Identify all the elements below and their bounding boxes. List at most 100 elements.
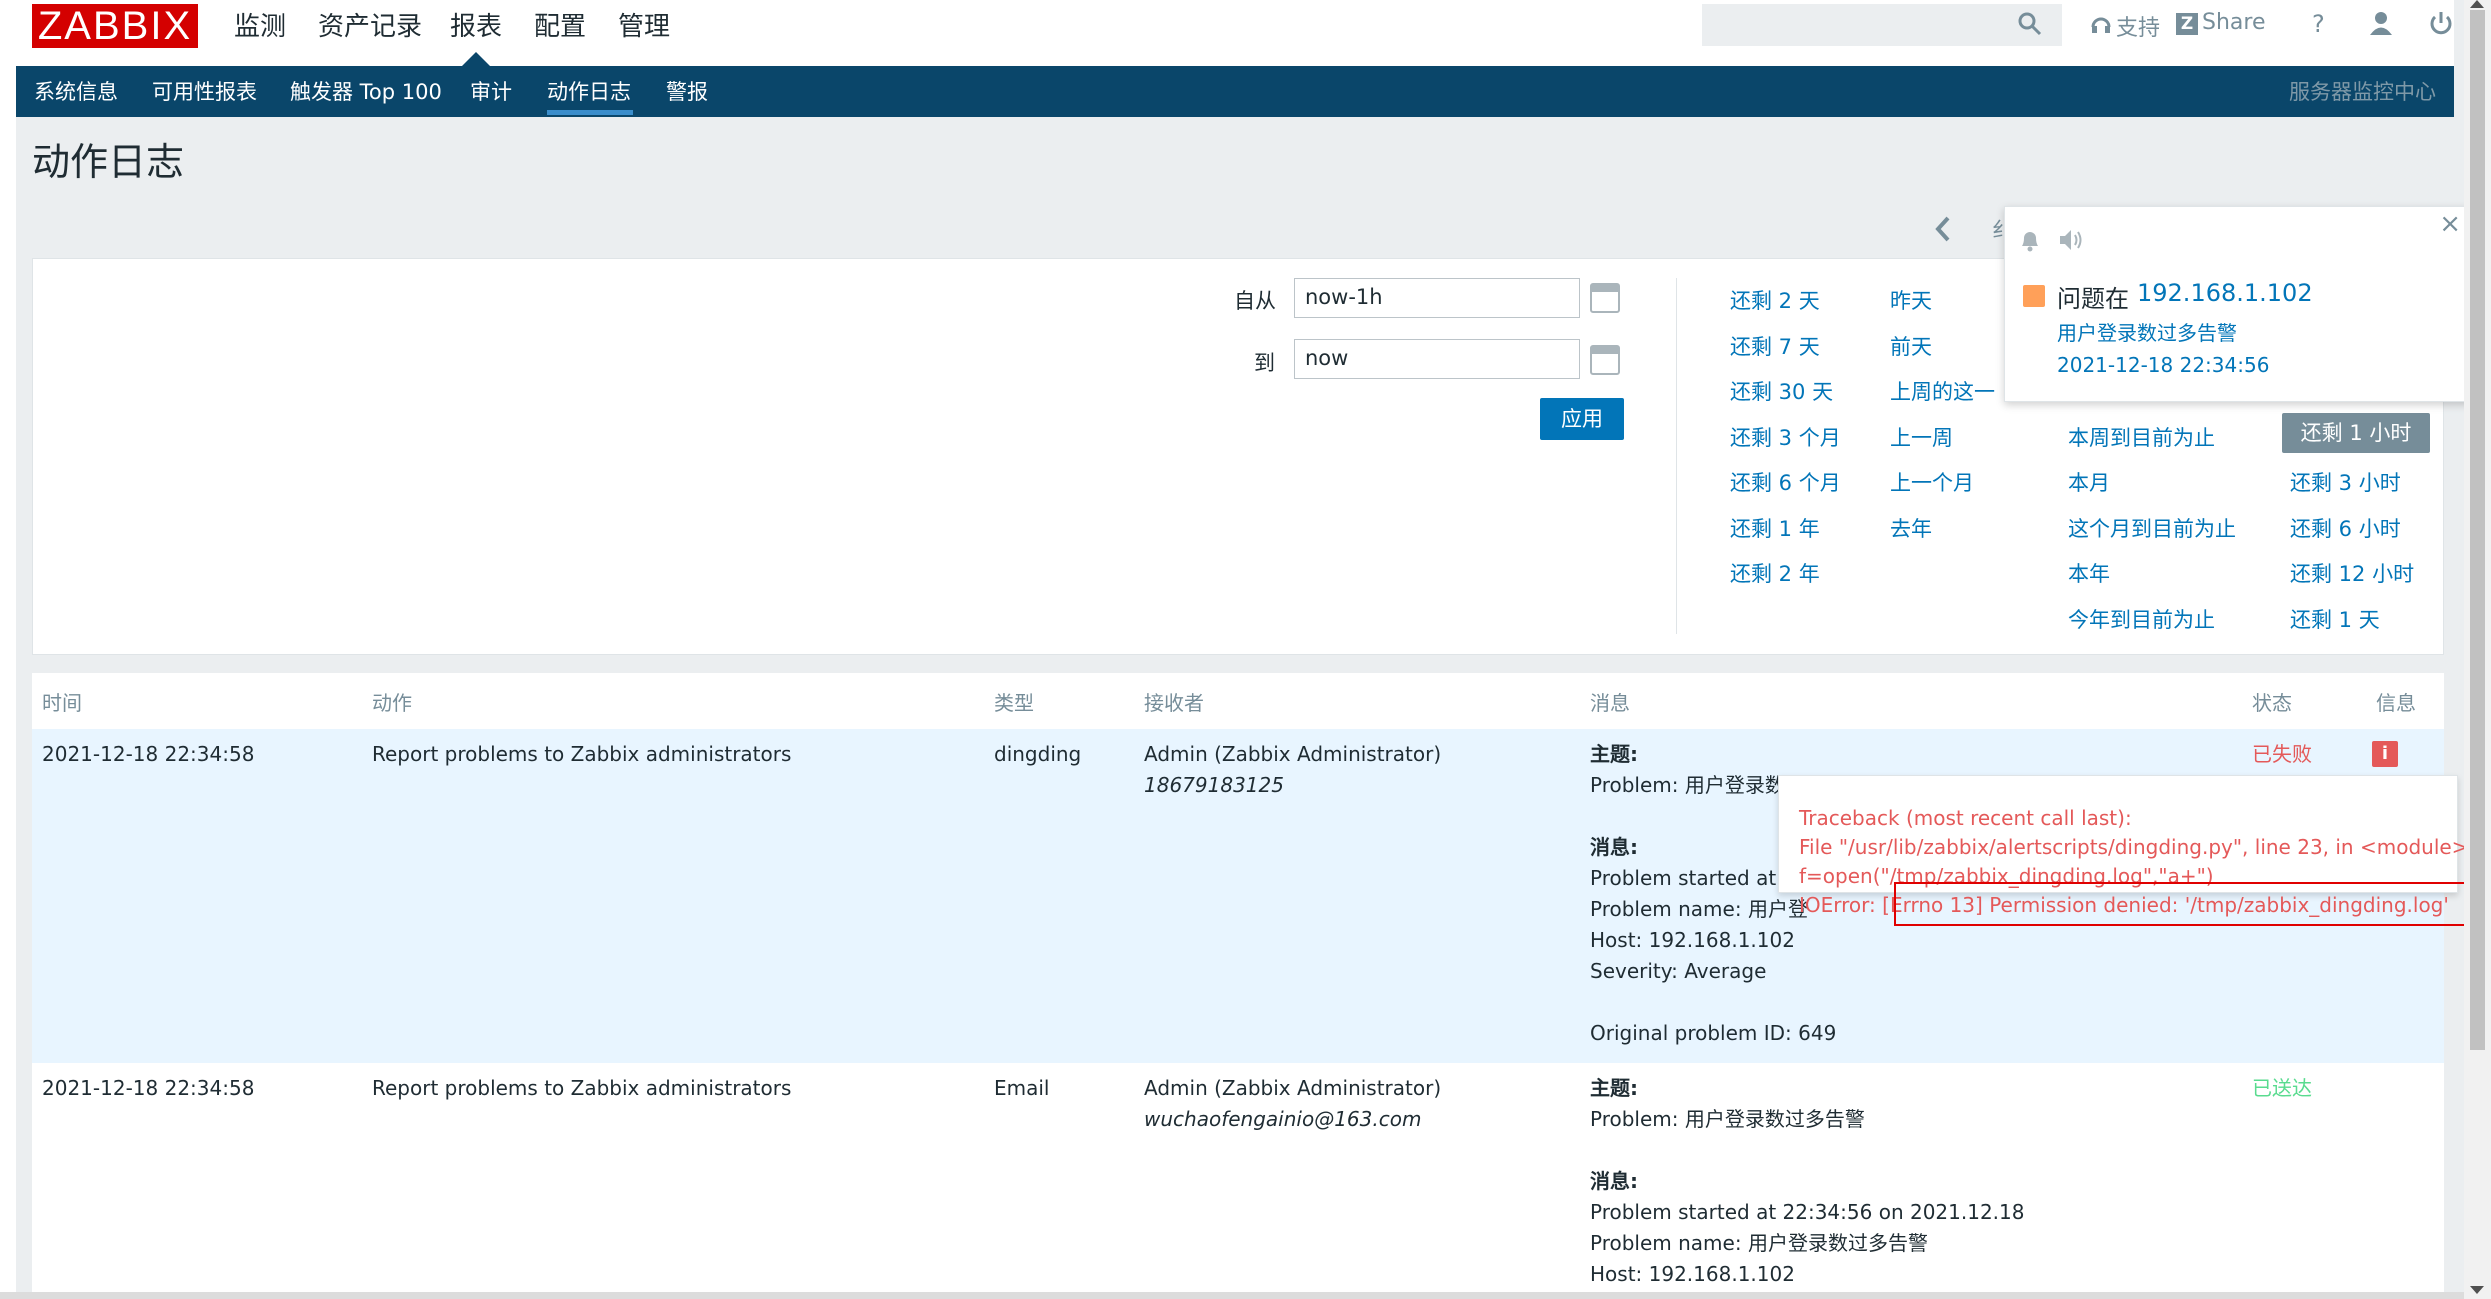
quick-range[interactable]: 还剩 2 天 (1730, 285, 1820, 315)
bottom-edge (0, 1292, 2464, 1299)
sub-audit[interactable]: 审计 (470, 76, 512, 106)
quick-range[interactable]: 上周的这一 (1890, 376, 1995, 406)
row-type: dingding (994, 742, 1082, 766)
user-profile-icon[interactable] (2368, 10, 2394, 36)
to-input[interactable]: now (1294, 339, 1580, 379)
row-recipient: Admin (Zabbix Administrator) (1144, 742, 1442, 766)
col-header-status: 状态 (2252, 691, 2292, 715)
highlight-annotation-box (1894, 882, 2486, 926)
quick-range[interactable]: 本年 (2068, 558, 2110, 588)
message-label: 消息: (1590, 1169, 1638, 1193)
problem-notification-popup: × 问题在 192.168.1.102 用户登录数过多告警 2021-12-18… (2004, 206, 2472, 402)
from-calendar-icon[interactable] (1590, 283, 1620, 313)
row-recipient: Admin (Zabbix Administrator) (1144, 1076, 1442, 1100)
bell-icon[interactable] (2017, 227, 2043, 253)
scroll-up-arrow-icon[interactable] (2470, 0, 2484, 8)
sub-triggers-top100[interactable]: 触发器 Top 100 (290, 76, 442, 106)
search-icon[interactable] (2016, 10, 2044, 38)
message-line: Severity: Average (1590, 959, 1767, 983)
help-button[interactable]: ? (2312, 10, 2325, 38)
sub-system-info[interactable]: 系统信息 (34, 76, 118, 106)
subject-text: Problem: 用户登录数过 (1590, 773, 1805, 797)
sub-action-log[interactable]: 动作日志 (547, 76, 631, 106)
page-title: 动作日志 (32, 140, 185, 184)
message-line: Host: 192.168.1.102 (1590, 928, 1795, 952)
error-line: Traceback (most recent call last): (1799, 806, 2132, 830)
subject-text: Problem: 用户登录数过多告警 (1590, 1107, 1865, 1131)
quick-range-selected[interactable]: 还剩 1 小时 (2282, 413, 2430, 453)
quick-range[interactable]: 昨天 (1890, 285, 1932, 315)
quick-range[interactable]: 还剩 30 天 (1730, 376, 1833, 406)
error-info-icon[interactable]: i (2372, 741, 2398, 767)
subject-label: 主题: (1590, 742, 1638, 766)
quick-range[interactable]: 还剩 6 小时 (2290, 513, 2401, 543)
chevron-left-icon[interactable] (1932, 214, 1954, 244)
quick-range[interactable]: 还剩 1 天 (2290, 604, 2380, 634)
scroll-down-arrow-icon[interactable] (2470, 1286, 2484, 1294)
status-failed: 已失败 (2252, 742, 2312, 766)
col-header-type: 类型 (994, 691, 1034, 715)
top-navigation: ZABBIX 监测 资产记录 报表 配置 管理 支持 Z Share ? (16, 0, 2454, 66)
error-tooltip: Traceback (most recent call last): File … (1778, 775, 2469, 917)
quick-range[interactable]: 还剩 2 年 (1730, 558, 1820, 588)
power-signout-icon[interactable] (2428, 10, 2454, 36)
share-z-icon: Z (2176, 13, 2198, 35)
col-header-message: 消息 (1590, 691, 1630, 715)
menu-configuration[interactable]: 配置 (534, 6, 586, 43)
sub-alerts[interactable]: 警报 (666, 76, 708, 106)
sub-navigation: 系统信息 可用性报表 触发器 Top 100 审计 动作日志 警报 服务器监控中… (16, 66, 2454, 117)
error-line: File "/usr/lib/zabbix/alertscripts/dingd… (1799, 835, 2469, 859)
quick-range[interactable]: 还剩 1 年 (1730, 513, 1820, 543)
global-search-input[interactable] (1702, 4, 2062, 46)
share-link[interactable]: Share (2202, 10, 2266, 35)
row-action: Report problems to Zabbix administrators (372, 742, 792, 766)
row-type: Email (994, 1076, 1050, 1100)
support-link[interactable]: 支持 (2116, 10, 2160, 42)
notification-time-link[interactable]: 2021-12-18 22:34:56 (2057, 353, 2269, 377)
menu-monitoring[interactable]: 监测 (234, 6, 286, 43)
headset-icon (2091, 17, 2111, 33)
apply-button[interactable]: 应用 (1540, 398, 1624, 440)
quick-range[interactable]: 还剩 12 小时 (2290, 558, 2414, 588)
quick-range[interactable]: 前天 (1890, 331, 1932, 361)
sub-availability-report[interactable]: 可用性报表 (152, 76, 257, 106)
menu-reports[interactable]: 报表 (450, 6, 502, 43)
quick-range[interactable]: 去年 (1890, 513, 1932, 543)
row-time: 2021-12-18 22:34:58 (42, 1076, 255, 1100)
col-header-info: 信息 (2376, 691, 2416, 715)
quick-range[interactable]: 上一个月 (1890, 467, 1974, 497)
close-icon[interactable]: × (2439, 209, 2461, 239)
quick-range[interactable]: 还剩 3 小时 (2290, 467, 2401, 497)
to-calendar-icon[interactable] (1590, 345, 1620, 375)
notification-host-link[interactable]: 192.168.1.102 (2137, 279, 2313, 307)
message-line: Problem name: 用户登录数过多告警 (1590, 1231, 1928, 1255)
col-header-action: 动作 (372, 691, 412, 715)
notification-problem-link[interactable]: 用户登录数过多告警 (2057, 317, 2237, 346)
quick-range[interactable]: 今年到目前为止 (2068, 604, 2215, 634)
row-action: Report problems to Zabbix administrators (372, 1076, 792, 1100)
col-header-time[interactable]: 时间 (42, 687, 82, 716)
quick-range[interactable]: 还剩 7 天 (1730, 331, 1820, 361)
table-row: 2021-12-18 22:34:58 Report problems to Z… (32, 1063, 2444, 1299)
server-name-label: 服务器监控中心 (2289, 80, 2436, 104)
quick-range[interactable]: 本周到目前为止 (2068, 422, 2215, 452)
menu-inventory[interactable]: 资产记录 (318, 6, 422, 43)
notification-title-prefix: 问题在 (2057, 285, 2129, 313)
quick-range[interactable]: 本月 (2068, 467, 2110, 497)
active-menu-caret (462, 52, 490, 66)
quick-range[interactable]: 这个月到目前为止 (2068, 513, 2236, 543)
quick-range[interactable]: 还剩 3 个月 (1730, 422, 1841, 452)
menu-administration[interactable]: 管理 (618, 6, 670, 43)
quick-range[interactable]: 上一周 (1890, 422, 1953, 452)
quick-range[interactable]: 还剩 6 个月 (1730, 467, 1841, 497)
message-line: Problem started at 22:34:56 on 2021.12.1… (1590, 1200, 2025, 1224)
message-line: Problem name: 用户登 (1590, 897, 1808, 921)
severity-average-indicator (2023, 285, 2045, 307)
message-label: 消息: (1590, 835, 1638, 859)
speaker-icon[interactable] (2057, 227, 2085, 253)
page: ZABBIX 监测 资产记录 报表 配置 管理 支持 Z Share ? 系统信… (16, 0, 2486, 1299)
action-log-table: 时间 动作 类型 接收者 消息 状态 信息 2021-12-18 22:34:5… (32, 673, 2444, 1299)
scrollbar-thumb[interactable] (2470, 10, 2485, 1050)
from-input[interactable]: now-1h (1294, 278, 1580, 318)
zabbix-logo[interactable]: ZABBIX (32, 4, 198, 48)
